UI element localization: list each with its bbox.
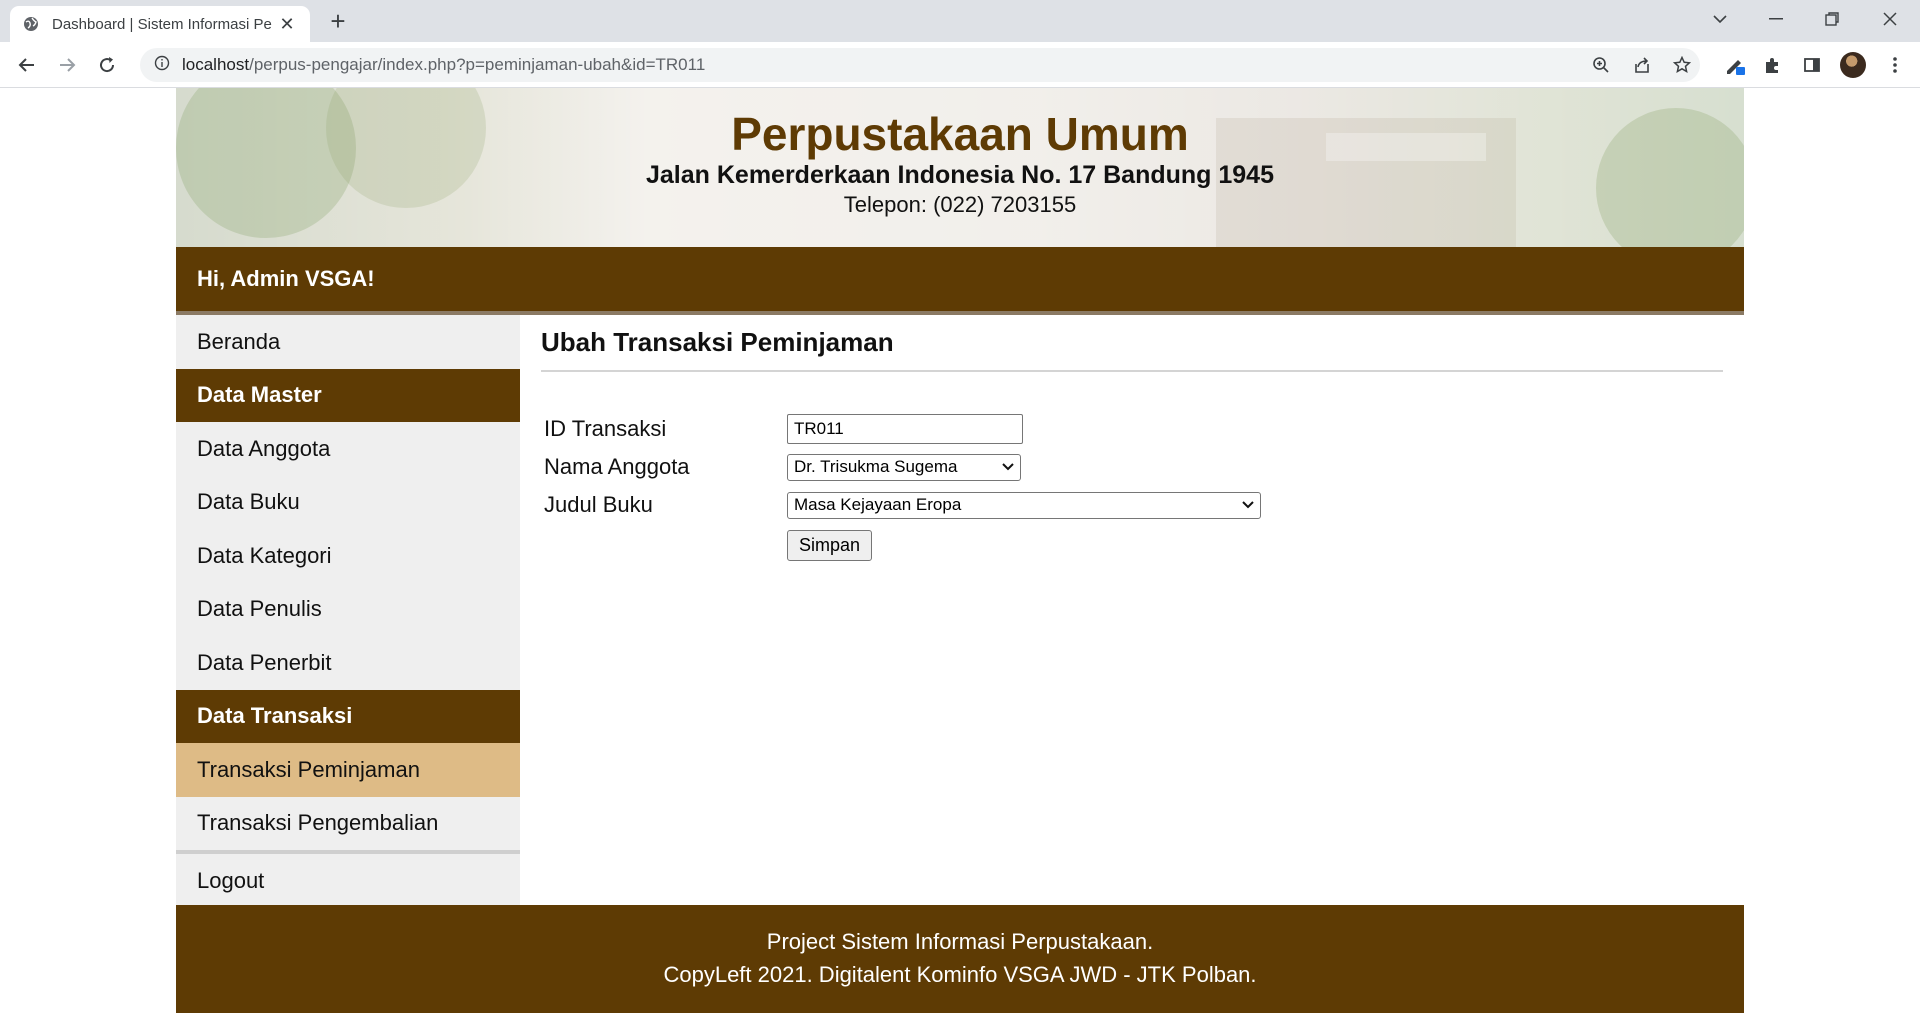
form-row-book: Judul Buku Masa Kejayaan Eropa <box>541 486 1723 524</box>
form-row-id: ID Transaksi TR011 <box>541 410 1723 448</box>
sidebar: Beranda Data Master Data Anggota Data Bu… <box>176 315 520 905</box>
browser-tab[interactable]: Dashboard | Sistem Informasi Pe ✕ <box>10 6 310 42</box>
nama-anggota-select[interactable]: Dr. Trisukma Sugema <box>787 453 1021 481</box>
tab-title: Dashboard | Sistem Informasi Pe <box>52 15 272 33</box>
judul-buku-value: Masa Kejayaan Eropa <box>794 495 962 514</box>
extensions-puzzle-icon[interactable] <box>1758 50 1788 80</box>
id-transaksi-label: ID Transaksi <box>544 416 667 441</box>
sidebar-item-transaksi-pengembalian[interactable]: Transaksi Pengembalian <box>176 797 520 851</box>
main-content: Ubah Transaksi Peminjaman ID Transaksi T… <box>520 315 1744 905</box>
browser-tabbar: Dashboard | Sistem Informasi Pe ✕ + <box>0 0 1920 42</box>
sidebar-heading-data-transaksi: Data Transaksi <box>176 689 520 743</box>
site-title: Perpustakaan Umum <box>731 108 1189 160</box>
form-row-member: Nama Anggota Dr. Trisukma Sugema <box>541 448 1723 486</box>
id-transaksi-input[interactable]: TR011 <box>787 414 1023 444</box>
page-title: Ubah Transaksi Peminjaman <box>541 327 1723 372</box>
content-row: Beranda Data Master Data Anggota Data Bu… <box>176 315 1744 905</box>
kebab-menu-icon[interactable] <box>1880 50 1910 80</box>
forward-icon[interactable] <box>52 50 82 80</box>
restore-button[interactable] <box>1804 0 1860 38</box>
sidebar-item-logout[interactable]: Logout <box>176 854 520 908</box>
edit-loan-form: ID Transaksi TR011 Nama Anggota Dr. Tris… <box>541 410 1723 561</box>
sidebar-item-beranda[interactable]: Beranda <box>176 315 520 369</box>
judul-buku-label: Judul Buku <box>544 492 653 517</box>
zoom-icon[interactable] <box>1586 50 1616 80</box>
greeting-bar: Hi, Admin VSGA! <box>176 247 1744 315</box>
side-panel-icon[interactable] <box>1797 50 1827 80</box>
site-phone: Telepon: (022) 7203155 <box>843 192 1077 217</box>
share-icon[interactable] <box>1627 50 1657 80</box>
tab-search-icon[interactable] <box>1692 0 1748 38</box>
globe-icon <box>22 15 40 33</box>
url-text: localhost/perpus-pengajar/index.php?p=pe… <box>182 55 706 74</box>
minimize-button[interactable] <box>1748 0 1804 38</box>
info-icon[interactable] <box>154 55 170 76</box>
sidebar-item-data-penulis[interactable]: Data Penulis <box>176 583 520 637</box>
profile-avatar[interactable] <box>1838 50 1868 80</box>
nama-anggota-label: Nama Anggota <box>544 454 690 479</box>
chevron-down-icon <box>1002 463 1014 471</box>
new-tab-button[interactable]: + <box>324 8 352 36</box>
site-header: Perpustakaan Umum Jalan Kemerderkaan Ind… <box>176 88 1744 247</box>
site-address: Jalan Kemerderkaan Indonesia No. 17 Band… <box>645 161 1274 189</box>
sidebar-item-transaksi-peminjaman[interactable]: Transaksi Peminjaman <box>176 743 520 797</box>
close-window-button[interactable] <box>1862 0 1918 38</box>
extension-pen-icon[interactable] <box>1720 50 1750 80</box>
page-container: Perpustakaan Umum Jalan Kemerderkaan Ind… <box>176 88 1744 1013</box>
footer-line-1: Project Sistem Informasi Perpustakaan. <box>766 929 1154 954</box>
nama-anggota-value: Dr. Trisukma Sugema <box>794 457 958 476</box>
bookmark-star-icon[interactable] <box>1667 50 1697 80</box>
sidebar-item-data-anggota[interactable]: Data Anggota <box>176 422 520 476</box>
tab-close-icon[interactable]: ✕ <box>276 14 298 35</box>
browser-toolbar: localhost/perpus-pengajar/index.php?p=pe… <box>0 42 1920 88</box>
sidebar-item-data-buku[interactable]: Data Buku <box>176 476 520 530</box>
footer-line-2: CopyLeft 2021. Digitalent Kominfo VSGA J… <box>663 962 1257 987</box>
address-bar[interactable]: localhost/perpus-pengajar/index.php?p=pe… <box>140 48 1700 82</box>
reload-icon[interactable] <box>92 50 122 80</box>
sidebar-heading-data-master: Data Master <box>176 368 520 422</box>
back-icon[interactable] <box>12 50 42 80</box>
greeting-text: Hi, Admin VSGA! <box>197 266 375 291</box>
simpan-button[interactable]: Simpan <box>787 530 873 561</box>
chevron-down-icon <box>1242 501 1254 509</box>
sidebar-item-data-kategori[interactable]: Data Kategori <box>176 529 520 583</box>
sidebar-item-data-penerbit[interactable]: Data Penerbit <box>176 636 520 690</box>
judul-buku-select[interactable]: Masa Kejayaan Eropa <box>787 491 1261 519</box>
site-footer: Project Sistem Informasi Perpustakaan. C… <box>176 905 1744 1013</box>
